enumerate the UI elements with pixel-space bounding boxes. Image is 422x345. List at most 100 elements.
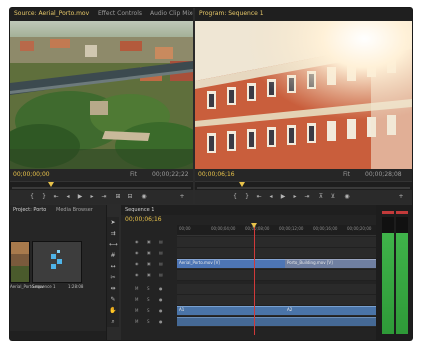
track-header-v3[interactable]: ◉ ▣ ▤ (121, 237, 177, 247)
track-lane-a3[interactable]: A1 A2 (177, 306, 376, 317)
lift-icon[interactable]: ⊼ (317, 193, 325, 201)
sync-icon[interactable]: ▤ (159, 272, 163, 277)
track-lane-a4[interactable] (177, 317, 376, 328)
mic-icon[interactable]: ● (159, 319, 163, 324)
pen-tool-icon[interactable]: ✎ (109, 296, 117, 304)
track-select-tool-icon[interactable]: ⇉ (109, 230, 117, 238)
tab-effect-controls[interactable]: Effect Controls (98, 10, 142, 18)
audio-clip[interactable]: A2 (285, 306, 376, 315)
mute-icon[interactable]: M (135, 319, 138, 324)
mic-icon[interactable]: ● (159, 308, 163, 313)
program-zoom-select[interactable]: Fit (343, 171, 350, 179)
mute-icon[interactable]: M (135, 297, 138, 302)
mute-icon[interactable]: M (135, 308, 138, 313)
video-clip[interactable]: Aerial_Porto.mov [V] (177, 259, 285, 268)
lock-icon[interactable]: ▣ (147, 250, 151, 255)
mic-icon[interactable]: ● (159, 297, 163, 302)
track-header-a1[interactable]: M S ● (121, 284, 177, 294)
audio-clip[interactable] (177, 317, 285, 326)
source-playhead[interactable] (48, 182, 55, 187)
sync-icon[interactable]: ▤ (159, 261, 163, 266)
selection-tool-icon[interactable]: ➤ (109, 219, 117, 227)
project-item-sequence-thumb[interactable] (32, 241, 82, 283)
track-lane-v3[interactable] (177, 237, 376, 248)
track-lane-v0[interactable] (177, 270, 376, 281)
timeline-playhead-line[interactable] (254, 225, 255, 335)
tab-media-browser[interactable]: Media Browser (56, 207, 93, 213)
step-back-icon[interactable]: ◂ (267, 193, 275, 201)
lock-icon[interactable]: ▣ (147, 239, 151, 244)
program-playhead[interactable] (238, 182, 245, 187)
tab-program[interactable]: Program: Sequence 1 (199, 10, 264, 18)
project-item-aerial-thumb[interactable] (10, 241, 30, 283)
step-forward-icon[interactable]: ▸ (88, 193, 96, 201)
track-lane-v1[interactable]: Aerial_Porto.mov [V] Porto_Building.mov … (177, 259, 376, 270)
eye-icon[interactable]: ◉ (135, 239, 139, 244)
play-icon[interactable]: ▶ (76, 193, 84, 201)
go-to-out-icon[interactable]: ⇥ (100, 193, 108, 201)
track-header-v1[interactable]: ◉ ▣ ▤ (121, 259, 177, 269)
slip-tool-icon[interactable]: ⇹ (109, 285, 117, 293)
step-forward-icon[interactable]: ▸ (291, 193, 299, 201)
track-header-v2[interactable]: ◉ ▣ ▤ (121, 248, 177, 258)
ripple-edit-tool-icon[interactable]: ⟷ (109, 241, 118, 249)
eye-icon[interactable]: ◉ (135, 272, 139, 277)
tab-project[interactable]: Project: Porto (13, 207, 46, 213)
solo-icon[interactable]: S (147, 308, 150, 313)
project-item-duration: 1:28:08 (68, 284, 84, 289)
export-frame-icon[interactable]: ◉ (140, 193, 148, 201)
timeline-playhead[interactable] (251, 223, 257, 228)
rolling-edit-tool-icon[interactable]: # (109, 252, 117, 260)
timeline-timecode[interactable]: 00;00;06;16 (125, 216, 162, 224)
add-button-icon[interactable]: + (397, 193, 405, 201)
razor-tool-icon[interactable]: ✂ (109, 274, 117, 282)
mark-in-icon[interactable]: { (28, 193, 36, 201)
step-back-icon[interactable]: ◂ (64, 193, 72, 201)
solo-icon[interactable]: S (147, 319, 150, 324)
audio-clip[interactable]: A1 (177, 306, 285, 315)
track-lane-a2[interactable] (177, 295, 376, 306)
lock-icon[interactable]: ▣ (147, 261, 151, 266)
track-header-a2[interactable]: M S ● (121, 295, 177, 305)
go-to-out-icon[interactable]: ⇥ (303, 193, 311, 201)
eye-icon[interactable]: ◉ (135, 261, 139, 266)
overwrite-icon[interactable]: ⊟ (126, 193, 134, 201)
add-button-icon[interactable]: + (178, 193, 186, 201)
tab-sequence[interactable]: Sequence 1 (125, 207, 154, 213)
export-frame-icon[interactable]: ◉ (343, 193, 351, 201)
track-header-a3[interactable]: M S ● (121, 306, 177, 316)
source-zoom-select[interactable]: Fit (130, 171, 137, 179)
track-lane-v2[interactable] (177, 248, 376, 259)
mark-out-icon[interactable]: } (40, 193, 48, 201)
rate-stretch-tool-icon[interactable]: ↔ (109, 263, 117, 271)
hand-tool-icon[interactable]: ✋ (109, 307, 117, 315)
program-timecode-current[interactable]: 00;00;06;16 (198, 171, 235, 179)
go-to-in-icon[interactable]: ⇤ (255, 193, 263, 201)
source-timecode-current[interactable]: 00;00;00;00 (13, 171, 50, 179)
zoom-tool-icon[interactable]: ⌕ (109, 318, 117, 326)
mark-in-icon[interactable]: { (231, 193, 239, 201)
tab-source[interactable]: Source: Aerial_Porto.mov (14, 10, 89, 18)
mark-out-icon[interactable]: } (243, 193, 251, 201)
video-clip[interactable]: Porto_Building.mov [V] (285, 259, 376, 268)
tab-audio-clip-mixer[interactable]: Audio Clip Mixer (150, 10, 193, 18)
sync-icon[interactable]: ▤ (159, 239, 163, 244)
go-to-in-icon[interactable]: ⇤ (52, 193, 60, 201)
insert-icon[interactable]: ⊞ (114, 193, 122, 201)
solo-icon[interactable]: S (147, 286, 150, 291)
track-header-a4[interactable]: M S ● (121, 317, 177, 327)
sync-icon[interactable]: ▤ (159, 250, 163, 255)
lock-icon[interactable]: ▣ (147, 272, 151, 277)
timeline-ruler[interactable]: 00;00 00;00;04;00 00;00;08;00 00;00;12;0… (177, 225, 376, 236)
program-monitor-tabbar: Program: Sequence 1 (195, 8, 412, 21)
solo-icon[interactable]: S (147, 297, 150, 302)
mic-icon[interactable]: ● (159, 286, 163, 291)
mute-icon[interactable]: M (135, 286, 138, 291)
extract-icon[interactable]: ⊻ (329, 193, 337, 201)
track-header-v0[interactable]: ◉ ▣ ▤ (121, 270, 177, 280)
eye-icon[interactable]: ◉ (135, 250, 139, 255)
aerial-thumb-image (11, 242, 29, 282)
audio-clip[interactable] (285, 317, 376, 326)
track-lane-a1[interactable] (177, 284, 376, 295)
play-icon[interactable]: ▶ (279, 193, 287, 201)
